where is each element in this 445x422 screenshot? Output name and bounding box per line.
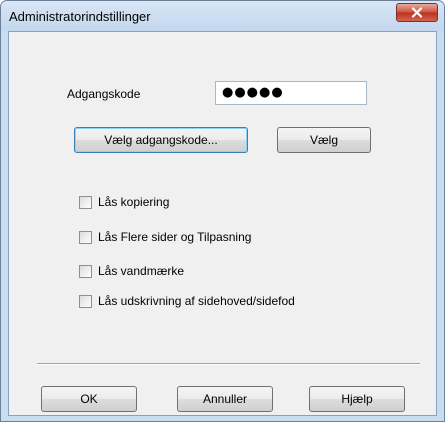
- choose-button[interactable]: Vælg: [277, 127, 371, 153]
- cancel-button[interactable]: Annuller: [177, 386, 273, 412]
- password-field[interactable]: ●●●●●: [215, 81, 367, 105]
- cancel-button-label: Annuller: [202, 392, 248, 406]
- help-button[interactable]: Hjælp: [309, 386, 405, 412]
- title-bar: Administratorindstillinger: [1, 1, 444, 31]
- close-button[interactable]: [396, 3, 438, 22]
- choose-password-button[interactable]: Vælg adgangskode...: [74, 127, 248, 153]
- lock-copy-label: Lås kopiering: [98, 195, 170, 209]
- lock-multipage-label: Lås Flere sider og Tilpasning: [98, 230, 252, 244]
- choose-password-button-label: Vælg adgangskode...: [104, 133, 218, 147]
- dialog-window: Administratorindstillinger Adgangskode ●…: [0, 0, 445, 422]
- lock-watermark-option[interactable]: Lås vandmærke: [79, 262, 184, 280]
- window-title: Administratorindstillinger: [9, 9, 151, 24]
- lock-header-footer-option[interactable]: Lås udskrivning af sidehoved/sidefod: [79, 292, 295, 310]
- lock-header-footer-label: Lås udskrivning af sidehoved/sidefod: [98, 294, 295, 308]
- lock-copy-option[interactable]: Lås kopiering: [79, 193, 169, 211]
- lock-header-footer-checkbox[interactable]: [79, 294, 92, 308]
- help-button-label: Hjælp: [341, 392, 373, 406]
- password-label: Adgangskode: [67, 87, 141, 101]
- ok-button[interactable]: OK: [41, 386, 137, 412]
- lock-copy-checkbox[interactable]: [79, 195, 92, 209]
- dialog-client-area: Adgangskode ●●●●● Vælg adgangskode... Væ…: [8, 31, 437, 416]
- lock-multipage-checkbox[interactable]: [79, 230, 92, 244]
- close-icon: [411, 7, 423, 18]
- separator: [37, 363, 420, 365]
- ok-button-label: OK: [80, 392, 98, 406]
- lock-watermark-label: Lås vandmærke: [98, 264, 185, 278]
- lock-watermark-checkbox[interactable]: [79, 264, 92, 278]
- lock-multipage-option[interactable]: Lås Flere sider og Tilpasning: [79, 228, 251, 246]
- choose-button-label: Vælg: [309, 133, 338, 147]
